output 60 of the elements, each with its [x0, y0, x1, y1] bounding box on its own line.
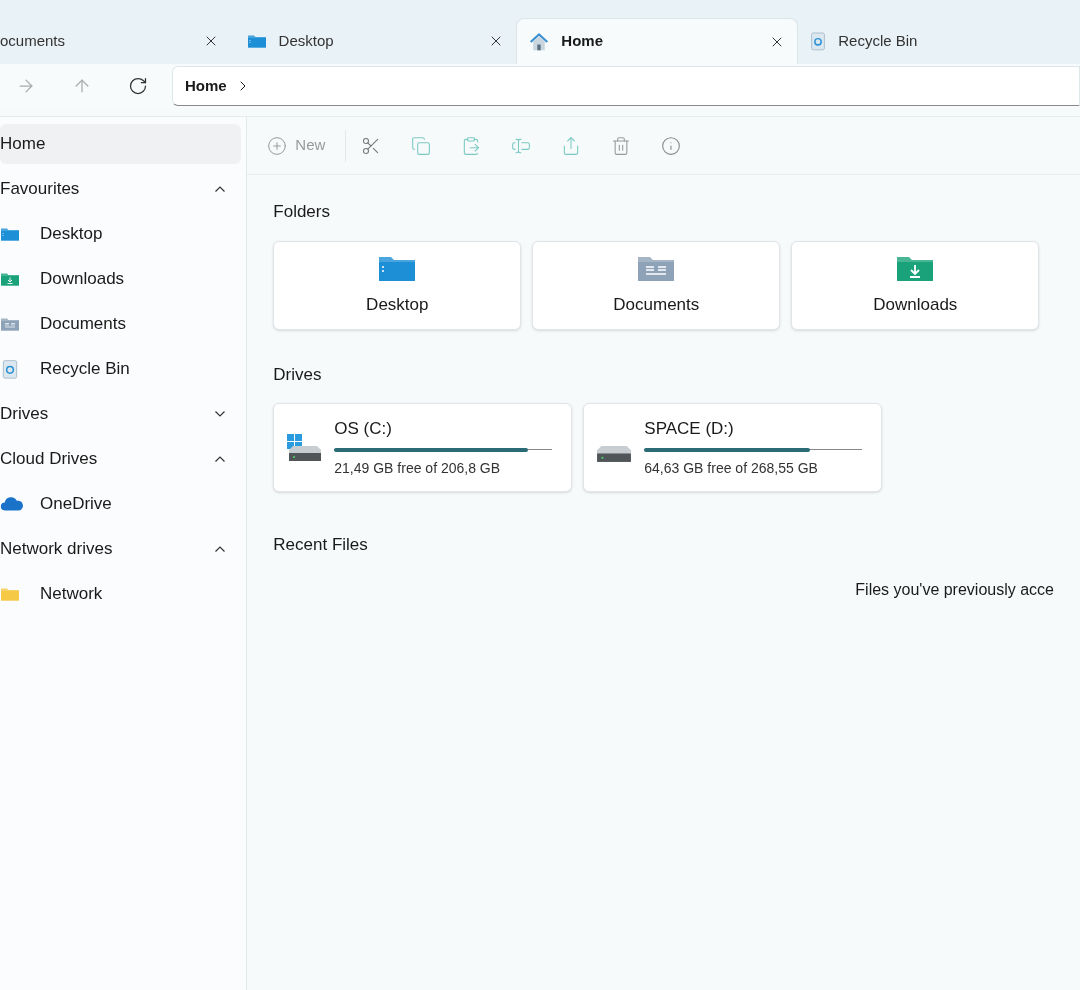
sidebar-item[interactable]: Home: [0, 123, 242, 164]
sidebar-item[interactable]: Desktop: [0, 213, 242, 254]
sidebar-label: Recycle Bin: [40, 357, 130, 380]
drive-card[interactable]: OS (C:) 21,49 GB free of 206,8 GB: [273, 403, 573, 492]
empty-message: Files you've previously acce: [855, 579, 1054, 600]
sidebar-section[interactable]: Cloud Drives: [0, 436, 242, 481]
sidebar-label: Home: [0, 132, 46, 155]
copy-icon[interactable]: [411, 135, 432, 156]
plus-icon: [267, 135, 288, 156]
folder-label: Downloads: [873, 294, 958, 317]
drive-name: SPACE (D:): [644, 417, 735, 440]
chevron-up-icon: [215, 545, 226, 552]
folder-card[interactable]: Desktop: [273, 240, 522, 330]
section-heading: Recent Files: [273, 534, 369, 556]
sidebar-section[interactable]: Network drives: [0, 526, 242, 571]
tab-label: Home: [561, 31, 603, 52]
chevron-up-icon: [215, 185, 226, 192]
chevron-down-icon: [215, 410, 226, 417]
sidebar-label: Network: [40, 582, 103, 605]
system-drive-icon: [286, 432, 323, 463]
section-heading: Folders: [273, 201, 331, 223]
breadcrumb[interactable]: Home: [185, 74, 227, 98]
drive-name: OS (C:): [334, 417, 393, 440]
folder-card[interactable]: Documents: [532, 240, 781, 330]
refresh-icon[interactable]: [128, 76, 148, 96]
tab-label: Recycle Bin: [838, 30, 918, 51]
tab-label: Desktop: [278, 30, 334, 51]
chevron-up-icon: [215, 455, 226, 462]
trash-icon[interactable]: [611, 135, 632, 156]
tab-label: ocuments: [0, 30, 66, 51]
sidebar-item[interactable]: Network: [0, 573, 242, 614]
sidebar-item[interactable]: Documents: [0, 303, 242, 344]
sidebar-section[interactable]: Favourites: [0, 166, 242, 211]
house-icon: [529, 31, 550, 52]
sidebar-item[interactable]: OneDrive: [0, 483, 242, 524]
section-heading: Drives: [273, 363, 323, 386]
address-field[interactable]: Home: [172, 66, 1080, 106]
tab[interactable]: ocuments: [0, 18, 235, 64]
drive-card[interactable]: SPACE (D:) 64,63 GB free of 268,55 GB: [583, 403, 883, 492]
cloud-icon: [0, 495, 24, 512]
tab[interactable]: Desktop: [234, 18, 517, 64]
sidebar-item[interactable]: Recycle Bin: [0, 348, 242, 389]
sidebar-label: Desktop: [40, 222, 103, 245]
sidebar-label: OneDrive: [40, 492, 112, 515]
sidebar-item[interactable]: Downloads: [0, 258, 242, 299]
sidebar-label: Documents: [40, 312, 126, 335]
folder-label: Documents: [613, 294, 700, 317]
folder-card[interactable]: Downloads: [791, 240, 1040, 330]
folder-label: Desktop: [366, 294, 429, 317]
info-icon[interactable]: [661, 135, 682, 156]
sidebar-section[interactable]: Drives: [0, 391, 242, 436]
free-space: 21,49 GB free of 206,8 GB: [334, 459, 502, 479]
clipboard-icon[interactable]: [461, 135, 482, 156]
tab[interactable]: Home: [516, 18, 799, 64]
tab[interactable]: Recycle Bin: [798, 18, 1080, 64]
sidebar-label: Downloads: [40, 267, 125, 290]
recycle-bin-icon: [810, 31, 827, 51]
folder-icon: [246, 33, 267, 49]
free-space: 64,63 GB free of 268,55 GB: [644, 459, 819, 479]
drive-icon: [596, 444, 633, 463]
